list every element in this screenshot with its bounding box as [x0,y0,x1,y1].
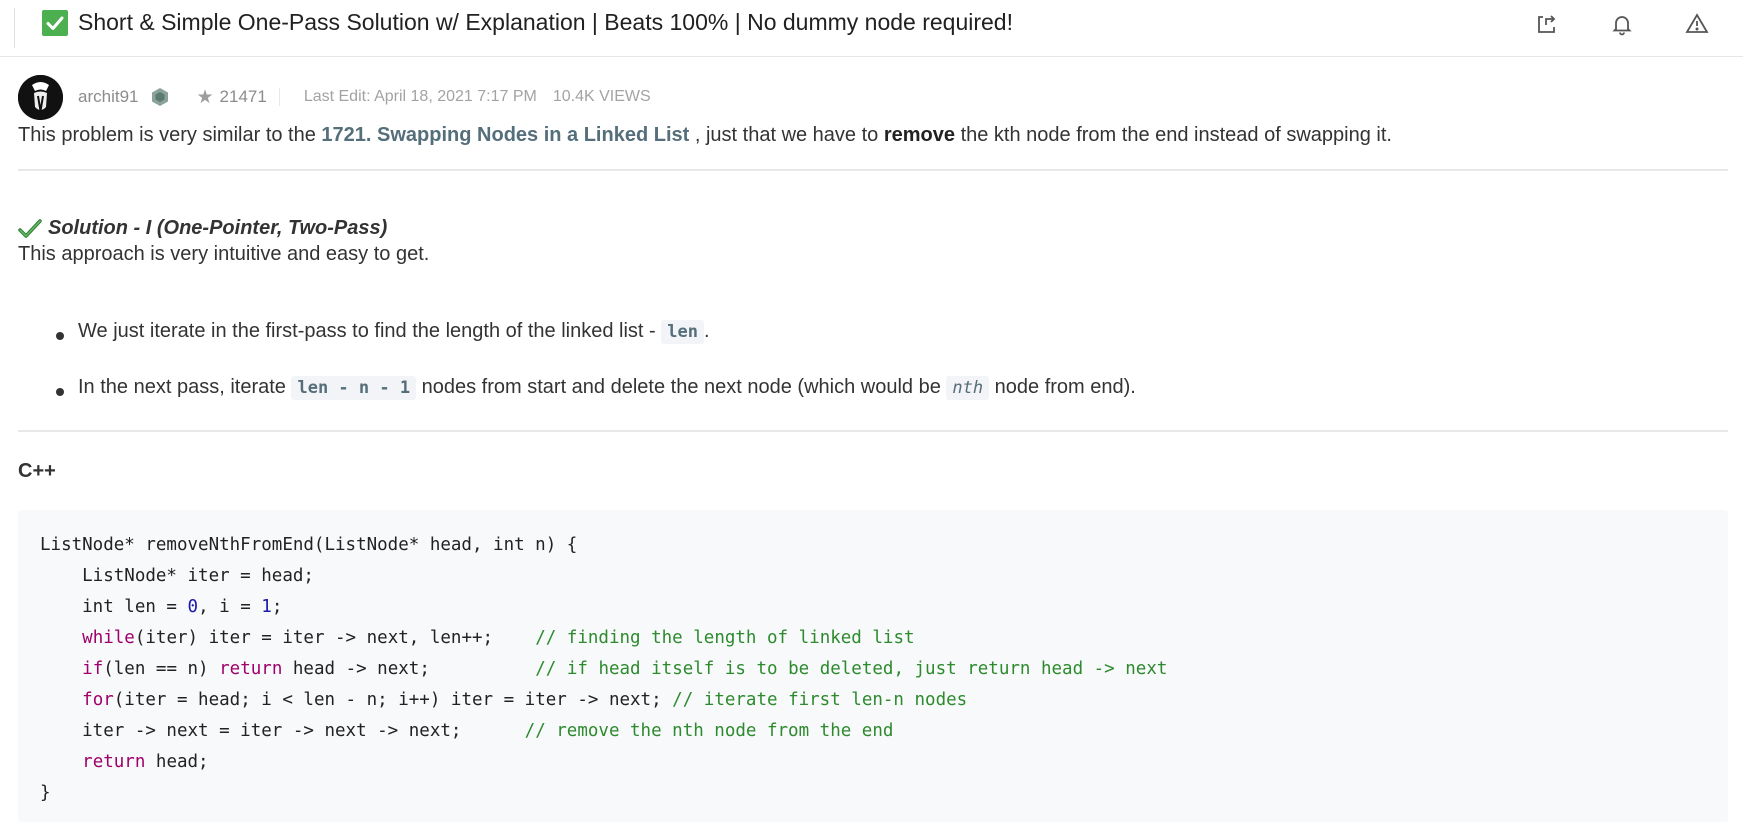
inline-code: nth [946,376,990,400]
code-line: while(iter) iter = iter -> next, len++; … [82,628,915,648]
problem-link[interactable]: 1721. Swapping Nodes in a Linked List [321,124,689,146]
list-item: We just iterate in the first-pass to fin… [18,320,1718,376]
solution-heading: Solution - I (One-Pointer, Two-Pass) [18,217,387,240]
code-line: if(len == n) return head -> next; // if … [82,659,1168,679]
check-icon [18,218,42,238]
intro-bold-text: remove [883,124,956,146]
bullet-text: We just iterate in the first-pass to fin… [78,320,662,342]
bullet-dot [56,388,64,396]
post-meta: archit91 ★ 21471 Last Edit: April 18, 20… [18,74,651,120]
share-icon[interactable] [1531,8,1563,40]
bullet-dot [56,332,64,340]
bell-icon[interactable] [1606,8,1638,40]
code-language-label: C++ [18,460,56,482]
meta-divider [278,88,280,106]
code-line: ListNode* iter = head; [40,566,314,586]
intro-paragraph: This problem is very similar to the 1721… [18,124,1392,147]
code-line: } [40,783,51,803]
header-divider [14,8,15,48]
solution-title: Solution - I (One-Pointer, Two-Pass) [48,217,388,239]
code-line: ListNode* removeNthFromEnd(ListNode* hea… [40,535,578,555]
list-item: In the next pass, iterate len - n - 1 no… [18,376,1718,432]
inline-code: len [661,320,704,344]
code-line: return head; [82,752,209,772]
check-mark-icon [42,9,68,36]
post-header: Short & Simple One-Pass Solution w/ Expl… [0,0,1743,57]
bullet-text: nodes from start and delete the next nod… [416,376,947,398]
divider [18,169,1728,171]
solution-description: This approach is very intuitive and easy… [18,243,430,265]
star-icon: ★ [196,86,214,108]
avatar[interactable] [18,74,63,120]
code-line: iter -> next = iter -> next -> next; // … [40,721,894,741]
badge-icon [152,88,169,106]
code-content[interactable]: ListNode* removeNthFromEnd(ListNode* hea… [18,510,1728,829]
divider [18,430,1728,432]
report-icon[interactable] [1681,8,1713,40]
bullet-text: In the next pass, iterate [78,376,292,398]
reputation: 21471 [219,87,267,106]
last-edit: Last Edit: April 18, 2021 7:17 PM [303,88,537,105]
intro-text-middle: , just that we have to [689,124,884,146]
username[interactable]: archit91 [78,87,138,107]
post-title: Short & Simple One-Pass Solution w/ Expl… [78,9,1013,35]
bullet-text: node from end). [989,376,1136,398]
intro-text-after: the kth node from the end instead of swa… [955,124,1392,146]
code-block[interactable]: ListNode* removeNthFromEnd(ListNode* hea… [18,510,1728,822]
code-line: for(iter = head; i < len - n; i++) iter … [82,690,968,710]
bullet-text: . [703,320,710,342]
inline-code: len - n - 1 [291,376,417,400]
bullet-list: We just iterate in the first-pass to fin… [18,320,1718,432]
intro-text-before: This problem is very similar to the [18,124,322,146]
post-title-wrap: Short & Simple One-Pass Solution w/ Expl… [42,9,1013,36]
code-line: int len = 0, i = 1; [40,597,283,617]
view-count: 10.4K VIEWS [552,88,651,105]
